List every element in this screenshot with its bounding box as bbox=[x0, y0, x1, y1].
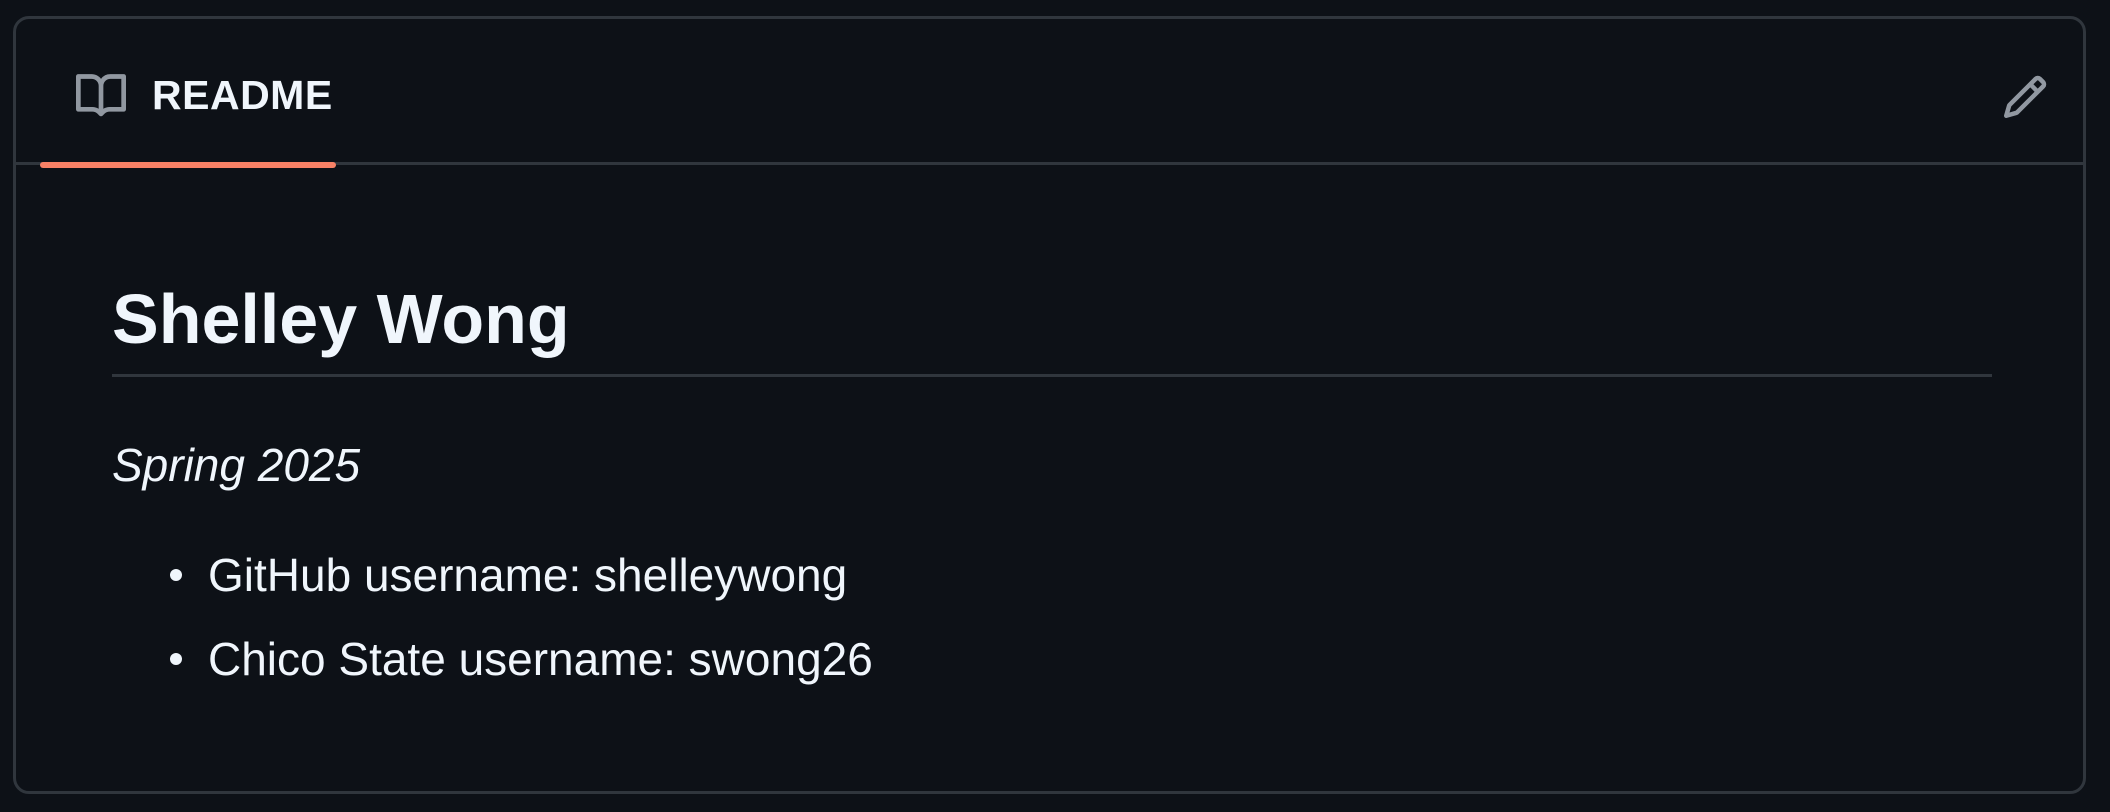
readme-card: README Shelley Wong Spring 2025 GitHub u… bbox=[13, 16, 2086, 794]
list-item-text: Chico State username: swong26 bbox=[208, 633, 873, 685]
readme-subtitle: Spring 2025 bbox=[112, 439, 361, 491]
readme-list: GitHub username: shelleywong Chico State… bbox=[112, 547, 873, 715]
tab-readme[interactable]: README bbox=[40, 19, 336, 168]
readme-body: Shelley Wong Spring 2025 GitHub username… bbox=[16, 165, 2083, 791]
title-divider bbox=[112, 374, 1992, 377]
bullet-icon bbox=[170, 653, 182, 665]
readme-header: README bbox=[16, 19, 2083, 168]
list-item: Chico State username: swong26 bbox=[170, 631, 873, 687]
list-item-text: GitHub username: shelleywong bbox=[208, 549, 848, 601]
book-icon bbox=[76, 74, 126, 117]
list-item: GitHub username: shelleywong bbox=[170, 547, 873, 603]
tab-readme-label: README bbox=[152, 72, 333, 118]
readme-title: Shelley Wong bbox=[112, 280, 570, 358]
pencil-icon bbox=[2003, 75, 2047, 119]
edit-readme-button[interactable] bbox=[1995, 67, 2055, 127]
bullet-icon bbox=[170, 569, 182, 581]
